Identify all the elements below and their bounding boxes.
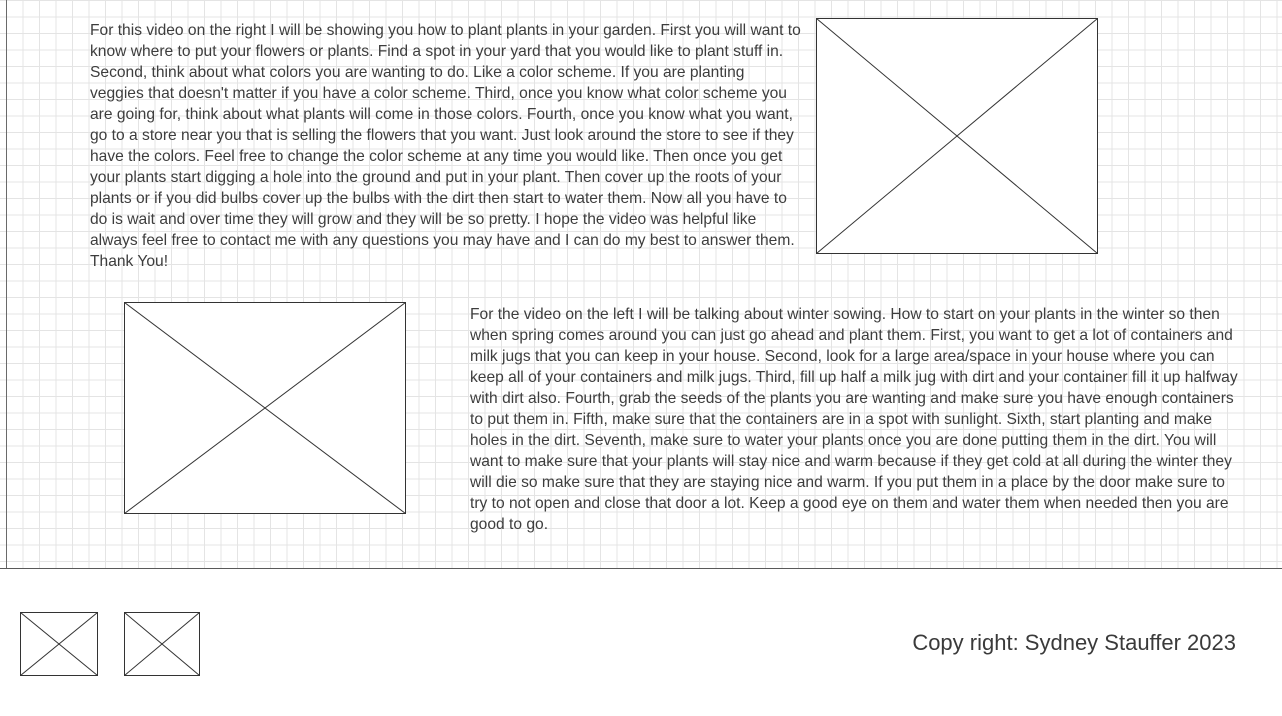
footer-image-placeholder-2[interactable] [124, 612, 200, 676]
video-placeholder-icon [124, 302, 406, 514]
image-placeholder-icon [20, 612, 98, 676]
winter-sowing-video-placeholder[interactable] [124, 302, 406, 514]
planting-description: For this video on the right I will be sh… [90, 22, 801, 270]
planting-video-placeholder[interactable] [816, 18, 1098, 254]
winter-sowing-description: For the video on the left I will be talk… [470, 306, 1238, 533]
image-placeholder-icon [124, 612, 200, 676]
footer-image-placeholder-1[interactable] [20, 612, 98, 676]
footer: Copy right: Sydney Stauffer 2023 [0, 568, 1282, 716]
video-placeholder-icon [816, 18, 1098, 254]
copyright-text: Copy right: Sydney Stauffer 2023 [912, 630, 1236, 655]
